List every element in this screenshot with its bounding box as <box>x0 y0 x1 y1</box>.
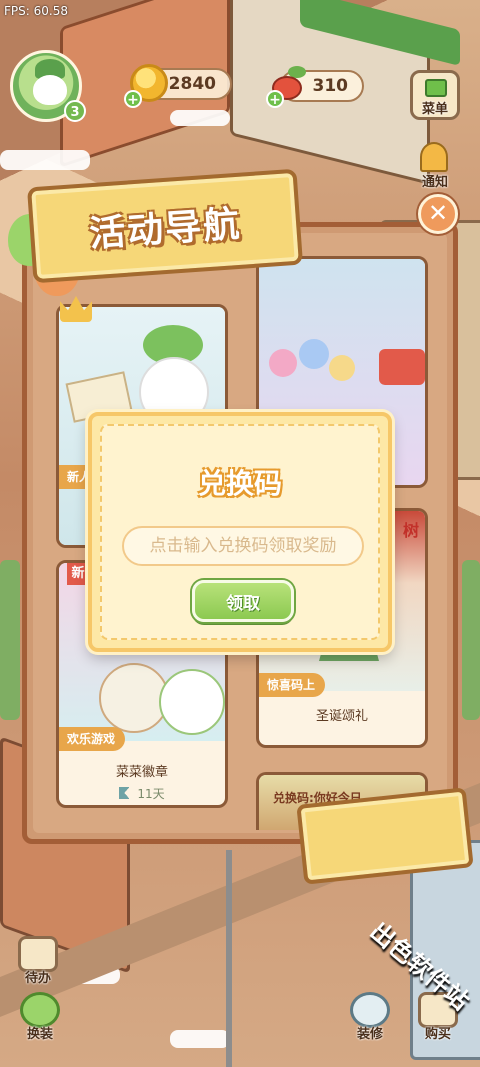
gift-icon <box>425 79 447 97</box>
redeem-code-input[interactable] <box>122 526 364 566</box>
snow-pile <box>170 110 230 126</box>
redeem-modal: 兑换码 领取 <box>88 412 392 652</box>
fps-counter: FPS: 60.58 <box>4 4 68 18</box>
menu-button[interactable]: 菜单 <box>410 70 460 120</box>
lawn <box>0 560 20 720</box>
activity-title: 活动导航 <box>87 203 243 256</box>
avatar-face <box>33 75 67 105</box>
decorate-label: 装修 <box>356 1027 383 1042</box>
coin-amount: 2840 <box>168 74 216 94</box>
dress-button[interactable]: 换装 <box>14 990 66 1042</box>
close-button[interactable]: ✕ <box>418 194 458 234</box>
decorate-button[interactable]: 装修 <box>344 990 396 1042</box>
new-badge: 新 <box>67 563 89 585</box>
notify-button[interactable]: 通知 <box>410 140 460 190</box>
close-icon: ✕ <box>427 199 449 227</box>
card-time: 11天 <box>59 785 225 802</box>
card-name: 圣诞颂礼 <box>315 709 368 724</box>
card-name: 菜菜徽章 <box>115 765 168 780</box>
bell-icon <box>420 142 448 172</box>
add-radish-button[interactable]: + <box>266 90 284 108</box>
card-time-value: 11天 <box>137 787 165 801</box>
street-pole <box>226 850 232 1067</box>
shop-label: 购买 <box>424 1027 451 1042</box>
radish-amount: 310 <box>312 76 349 96</box>
notify-label: 通知 <box>421 175 448 190</box>
todo-button[interactable]: 待办 <box>12 934 64 986</box>
lawn <box>462 560 480 720</box>
todo-label: 待办 <box>24 971 51 986</box>
dress-label: 换装 <box>26 1027 53 1042</box>
level-badge: 3 <box>64 100 86 122</box>
redeem-title: 兑换码 <box>197 467 282 500</box>
snow-pile <box>0 150 90 170</box>
xmas-sign: 树 <box>402 521 419 540</box>
activity-title-banner: 活动导航 <box>26 168 304 284</box>
card-tag: 欢乐游戏 <box>59 727 126 751</box>
card-tag: 惊喜码上 <box>259 673 326 697</box>
claim-button[interactable]: 领取 <box>192 580 294 622</box>
hourglass-icon <box>119 787 130 799</box>
snow-pile <box>170 1030 230 1048</box>
menu-label: 菜单 <box>421 102 448 117</box>
add-coin-button[interactable]: + <box>124 90 142 108</box>
